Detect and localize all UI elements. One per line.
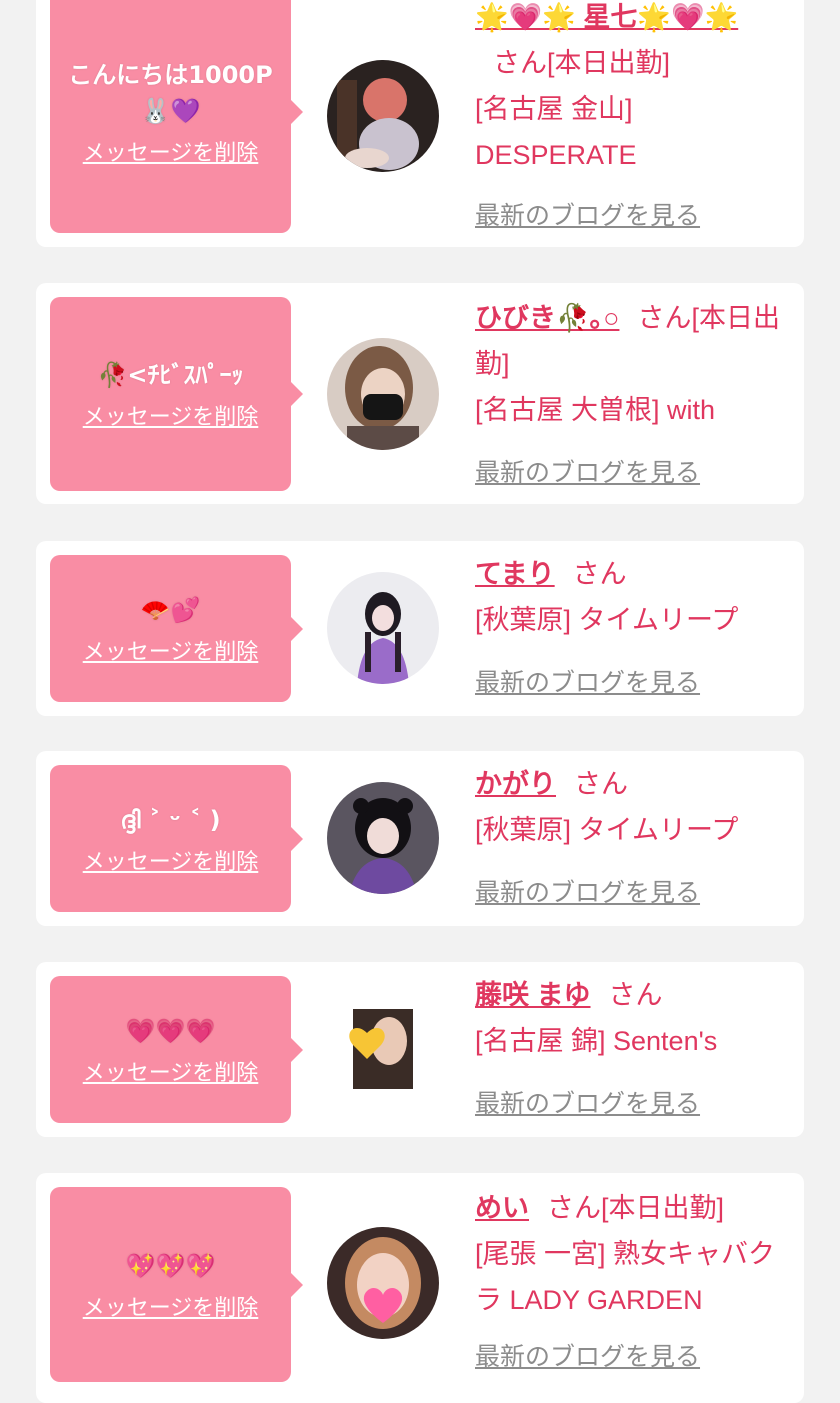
cast-info: 🌟💗🌟 星七🌟💗🌟 さん[本日出勤] [名古屋 金山] DESPERATE <box>475 0 780 178</box>
message-text: 🪭💕 <box>140 595 201 624</box>
message-card: こんにちは1000P 🐰💜 メッセージを削除 🌟💗🌟 星七🌟💗🌟 さん[本日出勤]… <box>36 0 804 247</box>
honorific: さん <box>608 980 663 1010</box>
avatar[interactable] <box>327 782 439 894</box>
shop-label: [秋葉原] タイムリープ <box>475 815 739 845</box>
delete-message-link[interactable]: メッセージを削除 <box>83 844 259 876</box>
cast-name-link[interactable]: 🌟💗🌟 星七🌟💗🌟 <box>475 2 738 32</box>
cast-info: ひびき🥀｡○ さん[本日出勤] [名古屋 大曽根] with <box>475 295 780 433</box>
honorific: さん <box>572 559 627 589</box>
delete-message-link[interactable]: メッセージを削除 <box>83 634 259 666</box>
latest-blog-link[interactable]: 最新のブログを見る <box>475 453 700 489</box>
cast-name-link[interactable]: ひびき🥀｡○ <box>475 303 619 333</box>
message-bubble: 🥀<ﾁﾋﾞｽﾊﾟｰｯ メッセージを削除 <box>50 297 303 491</box>
message-card: 🪭💕 メッセージを削除 てまり さん [秋葉原] タイムリープ 最新のブログを見る <box>36 541 804 716</box>
latest-blog-link[interactable]: 最新のブログを見る <box>475 1084 700 1120</box>
delete-message-link[interactable]: メッセージを削除 <box>83 1290 259 1322</box>
shop-label: [尾張 一宮] 熟女キャバクラ LADY GARDEN <box>475 1239 776 1315</box>
cast-info: 藤咲 まゆ さん [名古屋 錦] Senten's <box>475 972 780 1064</box>
working-today-badge: [本日出勤] <box>601 1193 725 1223</box>
shop-label: [名古屋 錦] Senten's <box>475 1026 718 1056</box>
message-card: 🥀<ﾁﾋﾞｽﾊﾟｰｯ メッセージを削除 ひびき🥀｡○ さん[本日出勤] [名古屋 … <box>36 283 804 504</box>
message-text: こんにちは1000P 🐰💜 <box>68 60 273 125</box>
shop-label: [名古屋 金山] DESPERATE <box>475 94 637 170</box>
cast-name-link[interactable]: かがり <box>475 769 556 799</box>
cast-name-link[interactable]: てまり <box>475 559 555 589</box>
shop-label: [秋葉原] タイムリープ <box>475 605 739 635</box>
working-today-badge: [本日出勤] <box>547 48 671 78</box>
cast-name-link[interactable]: 藤咲 まゆ <box>475 980 591 1010</box>
message-text: 🥀<ﾁﾋﾞｽﾊﾟｰｯ <box>97 361 244 389</box>
avatar[interactable] <box>327 572 439 684</box>
latest-blog-link[interactable]: 最新のブログを見る <box>475 1337 700 1373</box>
delete-message-link[interactable]: メッセージを削除 <box>83 135 259 167</box>
message-card: 💖💖💖 メッセージを削除 めい さん[本日出勤] [尾張 一宮] 熟女キャバクラ … <box>36 1173 804 1403</box>
message-bubble: 🪭💕 メッセージを削除 <box>50 555 303 702</box>
latest-blog-link[interactable]: 最新のブログを見る <box>475 873 700 909</box>
cast-info: てまり さん [秋葉原] タイムリープ <box>475 551 780 643</box>
honorific: さん <box>493 48 547 78</box>
cast-info: めい さん[本日出勤] [尾張 一宮] 熟女キャバクラ LADY GARDEN <box>475 1185 780 1323</box>
avatar[interactable] <box>327 338 439 450</box>
shop-label: [名古屋 大曽根] with <box>475 395 716 425</box>
honorific: さん <box>637 303 692 333</box>
message-text: 💗💗💗 <box>125 1016 216 1045</box>
latest-blog-link[interactable]: 最新のブログを見る <box>475 196 700 232</box>
delete-message-link[interactable]: メッセージを削除 <box>83 399 259 431</box>
cast-info: かがり さん [秋葉原] タイムリープ <box>475 761 780 853</box>
cast-name-link[interactable]: めい <box>475 1193 529 1223</box>
avatar[interactable] <box>327 60 439 172</box>
honorific: さん <box>574 769 628 799</box>
message-bubble: 💗💗💗 メッセージを削除 <box>50 976 303 1123</box>
latest-blog-link[interactable]: 最新のブログを見る <box>475 663 700 699</box>
avatar[interactable] <box>327 1227 439 1339</box>
message-text: ദ്ദി ˃ ᵕ ˂ ) <box>120 805 221 834</box>
message-text: 💖💖💖 <box>125 1251 216 1280</box>
honorific: さん <box>547 1193 601 1223</box>
message-bubble: 💖💖💖 メッセージを削除 <box>50 1187 303 1382</box>
message-bubble: こんにちは1000P 🐰💜 メッセージを削除 <box>50 0 303 233</box>
message-card: 💗💗💗 メッセージを削除 藤咲 まゆ さん [名古屋 錦] Senten's 最新… <box>36 962 804 1137</box>
message-card: ദ്ദി ˃ ᵕ ˂ ) メッセージを削除 かがり さん [秋葉原] タイムリープ… <box>36 751 804 926</box>
message-bubble: ദ്ദി ˃ ᵕ ˂ ) メッセージを削除 <box>50 765 303 912</box>
avatar[interactable] <box>327 993 439 1105</box>
delete-message-link[interactable]: メッセージを削除 <box>83 1055 259 1087</box>
